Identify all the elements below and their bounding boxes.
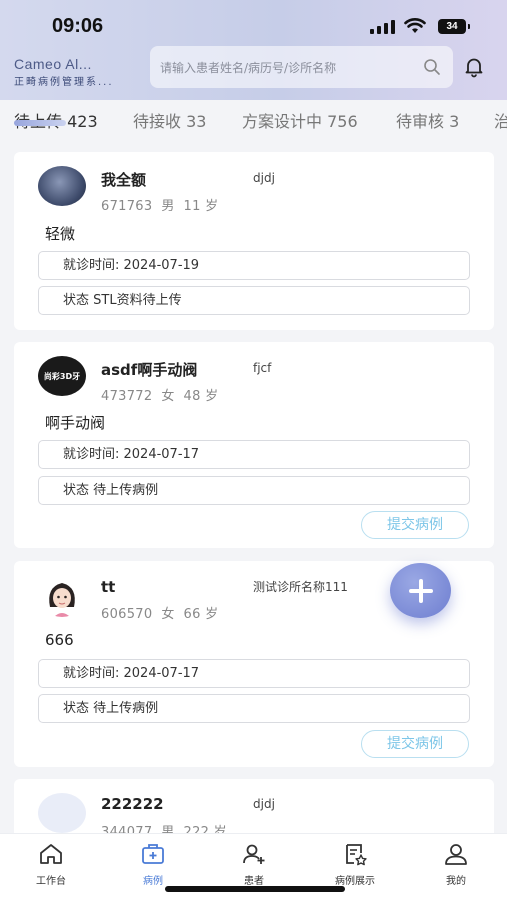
nav-label: 病例 (143, 876, 163, 887)
status-time: 09:06 (52, 15, 104, 37)
tab-designing[interactable]: 方案设计中 756 (242, 108, 358, 132)
search-placeholder: 请输入患者姓名/病历号/诊所名称 (160, 60, 337, 75)
placeholder-avatar (38, 793, 86, 833)
patient-meta: 473772 女 48 岁 (101, 385, 218, 404)
status-bar: 09:06 34 (0, 0, 507, 48)
wifi-icon (404, 18, 426, 33)
nav-workbench[interactable]: 工作台 (16, 842, 86, 887)
add-case-button[interactable] (390, 563, 451, 618)
case-card[interactable]: 尚彩3D牙 asdf啊手动阀 fjcf 473772 女 48 岁 啊手动阀 就… (14, 342, 494, 548)
patient-age: 48 岁 (183, 389, 219, 404)
nav-label: 患者 (244, 876, 264, 887)
visit-time-field: 就诊时间: 2024-07-17 (38, 440, 470, 469)
case-status-field: 状态 待上传病例 (38, 694, 470, 723)
clinic-name: djdj (253, 171, 275, 185)
clinic-name: djdj (253, 797, 275, 811)
profile-icon (445, 844, 467, 865)
avatar-logo-text: 尚彩3D牙 (43, 371, 81, 381)
patient-gender: 女 (161, 607, 175, 622)
patient-name: asdf啊手动阀 (101, 361, 198, 379)
tab-pending-receive[interactable]: 待接收 33 (133, 108, 206, 132)
case-card[interactable]: 222222 djdj 344077 男 222 岁 (14, 779, 494, 840)
patient-age: 66 岁 (183, 607, 219, 622)
case-card[interactable]: 我全额 djdj 671763 男 11 岁 轻微 就诊时间: 2024-07-… (14, 152, 494, 330)
brand-name-cn: 正畸病例管理系... (14, 77, 114, 88)
visit-time-field: 就诊时间: 2024-07-19 (38, 251, 470, 280)
battery-level: 34 (446, 21, 458, 32)
case-status-field: 状态 STL资料待上传 (38, 286, 470, 315)
nav-label: 工作台 (36, 876, 66, 887)
patient-name: tt (101, 578, 116, 596)
photo-avatar (38, 166, 86, 206)
submit-case-button[interactable]: 提交病例 (361, 511, 469, 539)
tab-pending-review[interactable]: 待审核 3 (396, 108, 459, 132)
search-input[interactable]: 请输入患者姓名/病历号/诊所名称 (150, 46, 453, 88)
clinic-name: fjcf (253, 361, 272, 375)
patient-id: 606570 (101, 607, 153, 622)
clinic-name: 测试诊所名称111 (253, 580, 348, 594)
patient-id: 671763 (101, 199, 153, 214)
home-indicator[interactable] (165, 886, 345, 892)
nav-case-showcase[interactable]: 病例展示 (320, 842, 390, 887)
plus-icon (408, 578, 433, 603)
status-tabs: 待上传 423 待接收 33 方案设计中 756 待审核 3 治 (0, 100, 507, 140)
add-user-icon (243, 844, 265, 864)
signal-icon (370, 20, 395, 34)
battery-icon: 34 (438, 19, 470, 34)
tab-treatment[interactable]: 治 (494, 108, 507, 132)
patient-name: 我全额 (101, 171, 147, 189)
nav-label: 病例展示 (335, 876, 375, 887)
submit-case-button[interactable]: 提交病例 (361, 730, 469, 758)
patient-id: 473772 (101, 389, 153, 404)
patient-gender: 女 (161, 389, 175, 404)
brand-name-en: Cameo Al... (14, 56, 92, 72)
cartoon-avatar (40, 577, 84, 617)
medical-case-icon (142, 844, 164, 864)
nav-patients[interactable]: 患者 (219, 842, 289, 887)
patient-meta: 606570 女 66 岁 (101, 603, 218, 622)
patient-meta: 671763 男 11 岁 (101, 195, 218, 214)
search-icon[interactable] (423, 58, 441, 76)
diagnosis: 轻微 (45, 225, 76, 243)
nav-profile[interactable]: 我的 (421, 842, 491, 887)
case-status-field: 状态 待上传病例 (38, 476, 470, 505)
visit-time-field: 就诊时间: 2024-07-17 (38, 659, 470, 688)
bell-icon[interactable] (463, 56, 485, 78)
clinic-logo-avatar: 尚彩3D牙 (38, 356, 86, 396)
case-showcase-icon (346, 844, 367, 866)
app-logo: Cameo Al... 正畸病例管理系... (14, 56, 144, 88)
diagnosis: 666 (45, 631, 74, 649)
active-tab-indicator (14, 120, 66, 126)
nav-label: 我的 (446, 876, 466, 887)
nav-cases[interactable]: 病例 (118, 842, 188, 887)
patient-age: 11 岁 (183, 199, 219, 214)
diagnosis: 啊手动阀 (45, 414, 106, 432)
patient-gender: 男 (161, 199, 175, 214)
home-icon (40, 844, 62, 864)
patient-name: 222222 (101, 795, 164, 813)
